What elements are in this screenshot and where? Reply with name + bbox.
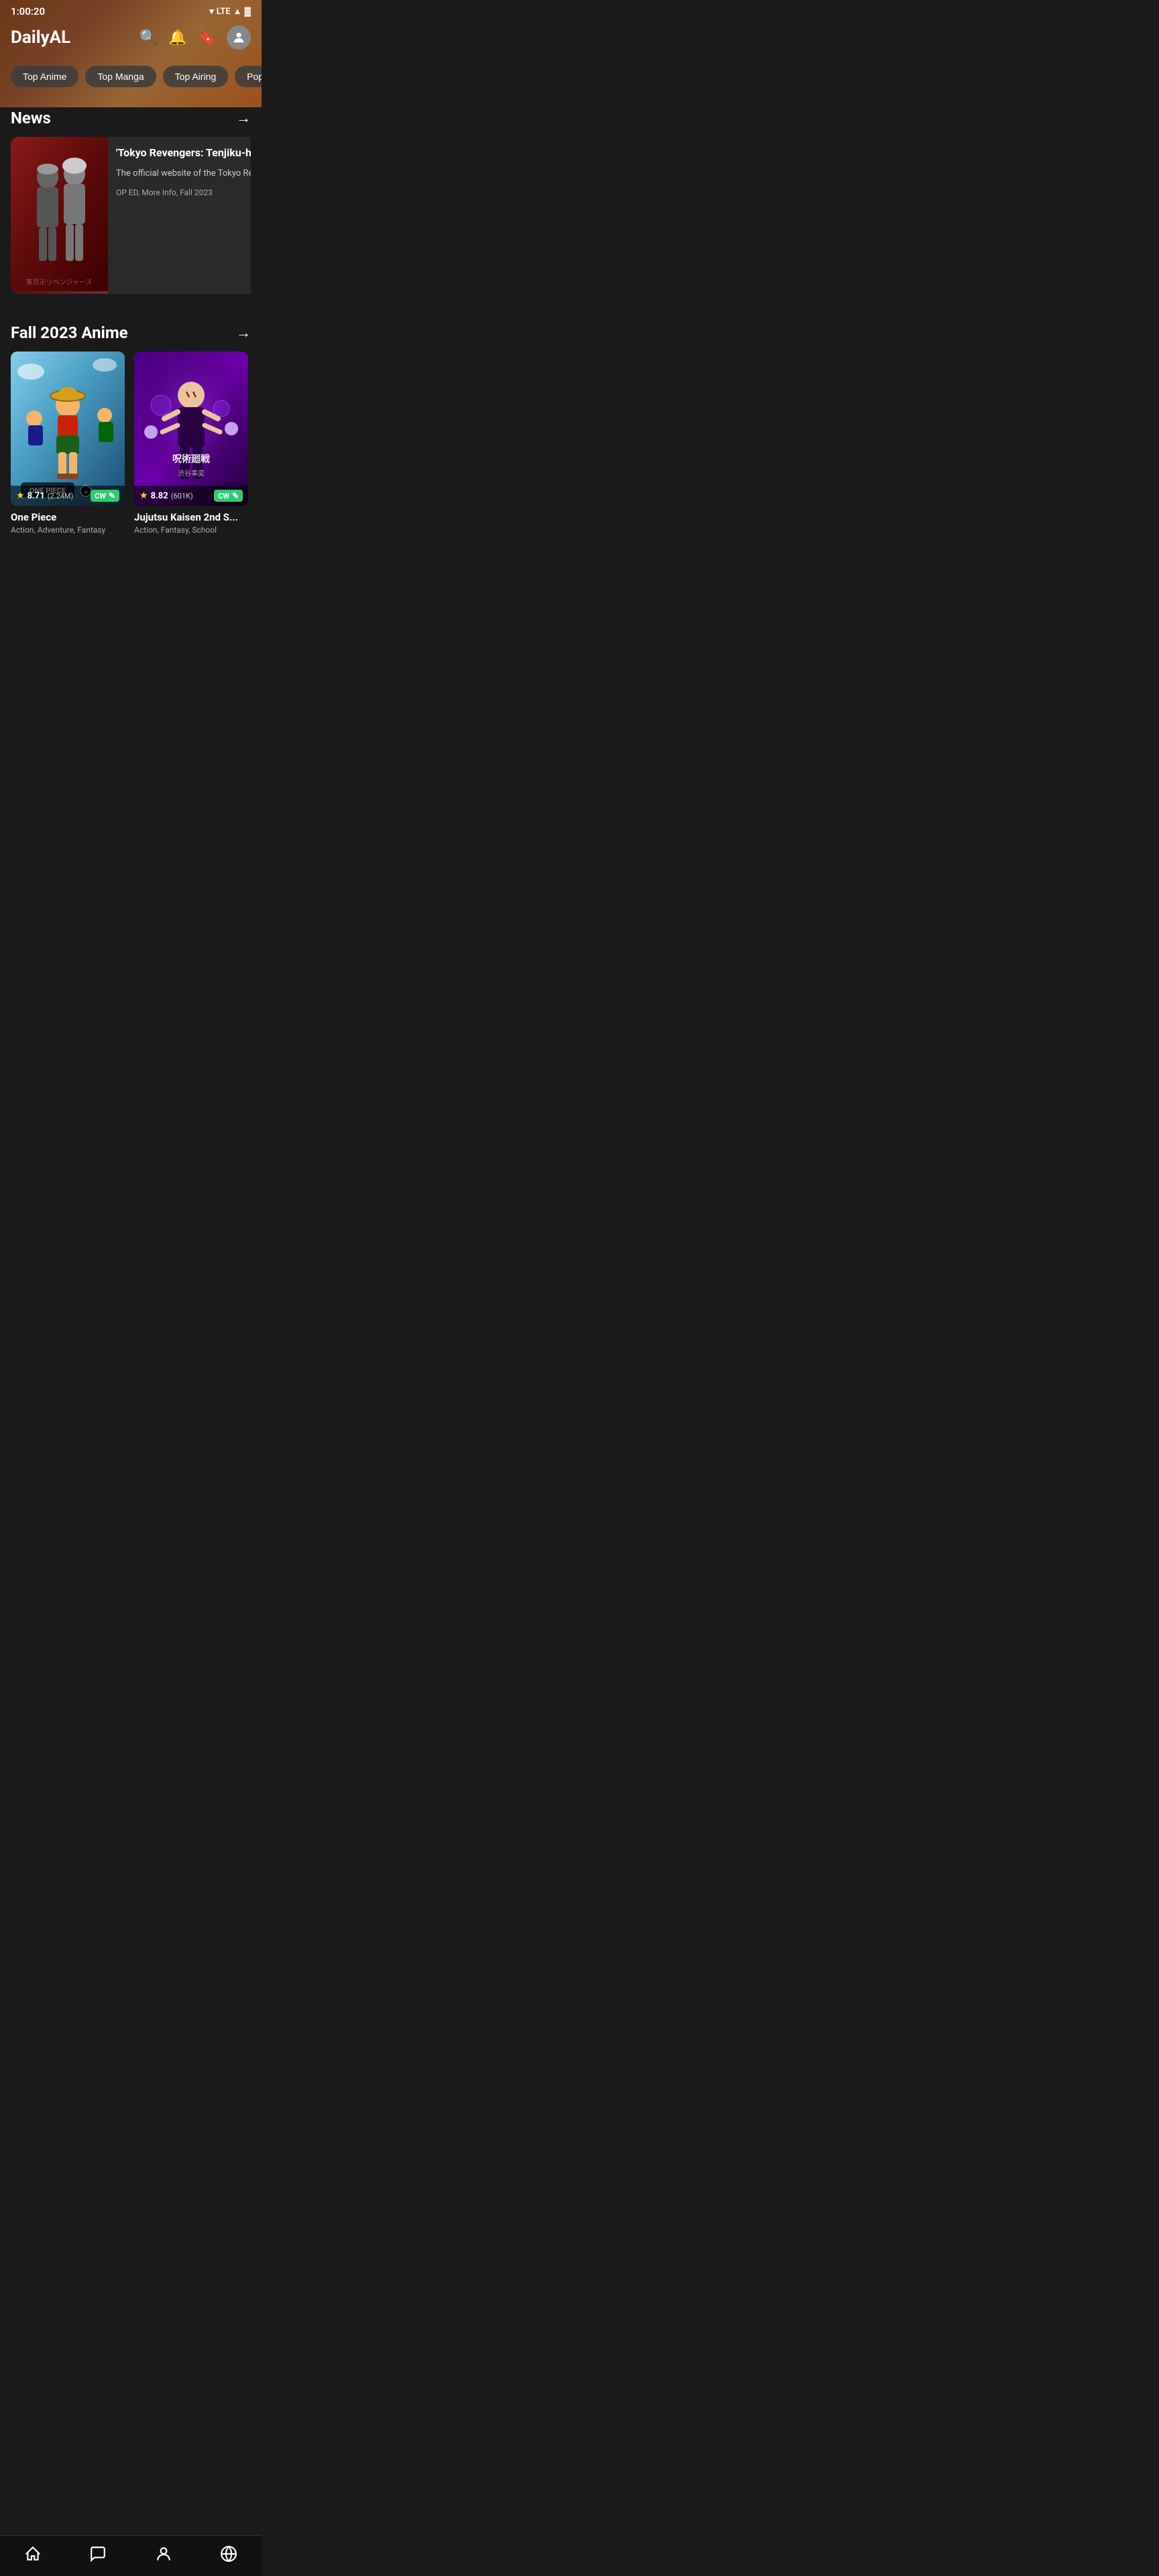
news-title-1: 'Tokyo Revengers: Tenjiku-hen' Announces… [116, 146, 251, 160]
star-icon-one-piece: ★ [16, 490, 25, 501]
news-section: News → [0, 98, 262, 302]
cw-badge-one-piece[interactable]: CW ✎ [91, 490, 119, 502]
tab-top-airing[interactable]: Top Airing [163, 66, 228, 87]
anime-card-jjk[interactable]: 呪術廻戦 渋谷事変 ★ 8.82 (601K) [134, 352, 248, 535]
wifi-icon: ▾ [209, 7, 214, 17]
edit-icon-jjk: ✎ [232, 491, 239, 500]
header-icons: 🔍 🔔 🔖 [140, 25, 251, 50]
news-section-title: News [11, 109, 51, 127]
poster-bg-one-piece: ONE PIECE ☠ [11, 352, 125, 506]
news-arrow[interactable]: → [236, 109, 251, 127]
rating-row-jjk: ★ 8.82 (601K) CW ✎ [134, 486, 248, 506]
svg-text:東京卍リベンジャーズ: 東京卍リベンジャーズ [26, 278, 93, 286]
cw-badge-jjk[interactable]: CW ✎ [214, 490, 243, 502]
tab-top-anime[interactable]: Top Anime [11, 66, 78, 87]
status-icons: ▾ LTE ▲ ▓ [209, 6, 251, 17]
news-image-1: 東京卍リベンジャーズ [11, 137, 108, 294]
edit-icon-one-piece: ✎ [109, 491, 115, 500]
fall-2023-header: Fall 2023 Anime → [11, 323, 251, 342]
notification-icon[interactable]: 🔔 [168, 30, 186, 46]
poster-bg-jjk: 呪術廻戦 渋谷事変 [134, 352, 248, 506]
rating-score-jjk: 8.82 [151, 491, 168, 501]
rating-left-one-piece: ★ 8.71 (2.24M) [16, 490, 73, 501]
anime-poster-one-piece: ONE PIECE ☠ ★ 8.71 (2.24M) [11, 352, 125, 506]
tab-popular-anime[interactable]: Popular Anim... [235, 66, 262, 87]
star-icon-jjk: ★ [140, 490, 148, 501]
anime-scroll: ONE PIECE ☠ ★ 8.71 (2.24M) [11, 352, 251, 537]
status-time: 1:00:20 [11, 5, 45, 17]
news-desc-1: The official website of the Tokyo Reveng… [116, 167, 251, 180]
fall-2023-section: Fall 2023 Anime → [0, 313, 262, 543]
bookmark-icon[interactable]: 🔖 [198, 30, 216, 46]
tab-top-manga[interactable]: Top Manga [85, 66, 156, 87]
nav-home[interactable] [13, 2542, 52, 2565]
nav-chat[interactable] [78, 2542, 117, 2565]
rating-left-jjk: ★ 8.82 (601K) [140, 490, 193, 501]
anime-genres-one-piece: Action, Adventure, Fantasy [11, 525, 125, 535]
app-title: DailyAL [11, 28, 70, 48]
rating-row-one-piece: ★ 8.71 (2.24M) CW ✎ [11, 486, 125, 506]
signal-icon: ▲ [233, 6, 242, 17]
header: DailyAL 🔍 🔔 🔖 [0, 20, 262, 60]
search-icon[interactable]: 🔍 [140, 30, 158, 46]
anime-genres-jjk: Action, Fantasy, School [134, 525, 248, 535]
bottom-nav [0, 2535, 262, 2576]
lte-icon: LTE [217, 7, 231, 17]
news-content-1: 'Tokyo Revengers: Tenjiku-hen' Announces… [108, 137, 251, 294]
anime-name-jjk: Jujutsu Kaisen 2nd S... [134, 511, 248, 523]
cw-label-jjk: CW [218, 492, 229, 500]
svg-text:渋谷事変: 渋谷事変 [178, 469, 205, 478]
profile-avatar[interactable] [227, 25, 251, 50]
anime-name-one-piece: One Piece [11, 511, 125, 523]
rating-count-one-piece: (2.24M) [48, 492, 74, 500]
rating-score-one-piece: 8.71 [27, 491, 45, 501]
nav-profile[interactable] [144, 2542, 183, 2565]
news-tags-1: OP ED, More Info, Fall 2023 [116, 188, 251, 197]
nav-explore[interactable] [209, 2542, 248, 2565]
anime-card-one-piece[interactable]: ONE PIECE ☠ ★ 8.71 (2.24M) [11, 352, 125, 535]
rating-count-jjk: (601K) [171, 492, 193, 500]
svg-text:呪術廻戦: 呪術廻戦 [172, 453, 211, 465]
anime-poster-jjk: 呪術廻戦 渋谷事変 ★ 8.82 (601K) [134, 352, 248, 506]
news-scroll: 東京卍リベンジャーズ 'Tokyo Revengers: Tenjiku-hen… [11, 137, 251, 297]
status-bar: 1:00:20 ▾ LTE ▲ ▓ [0, 0, 262, 20]
cw-label-one-piece: CW [95, 492, 106, 500]
category-tabs: Top Anime Top Manga Top Airing Popular A… [0, 60, 262, 98]
fall-2023-title: Fall 2023 Anime [11, 323, 128, 342]
fall-2023-arrow[interactable]: → [236, 324, 251, 341]
battery-icon: ▓ [245, 6, 251, 17]
news-section-header: News → [11, 109, 251, 127]
news-card-1[interactable]: 東京卍リベンジャーズ 'Tokyo Revengers: Tenjiku-hen… [11, 137, 251, 294]
